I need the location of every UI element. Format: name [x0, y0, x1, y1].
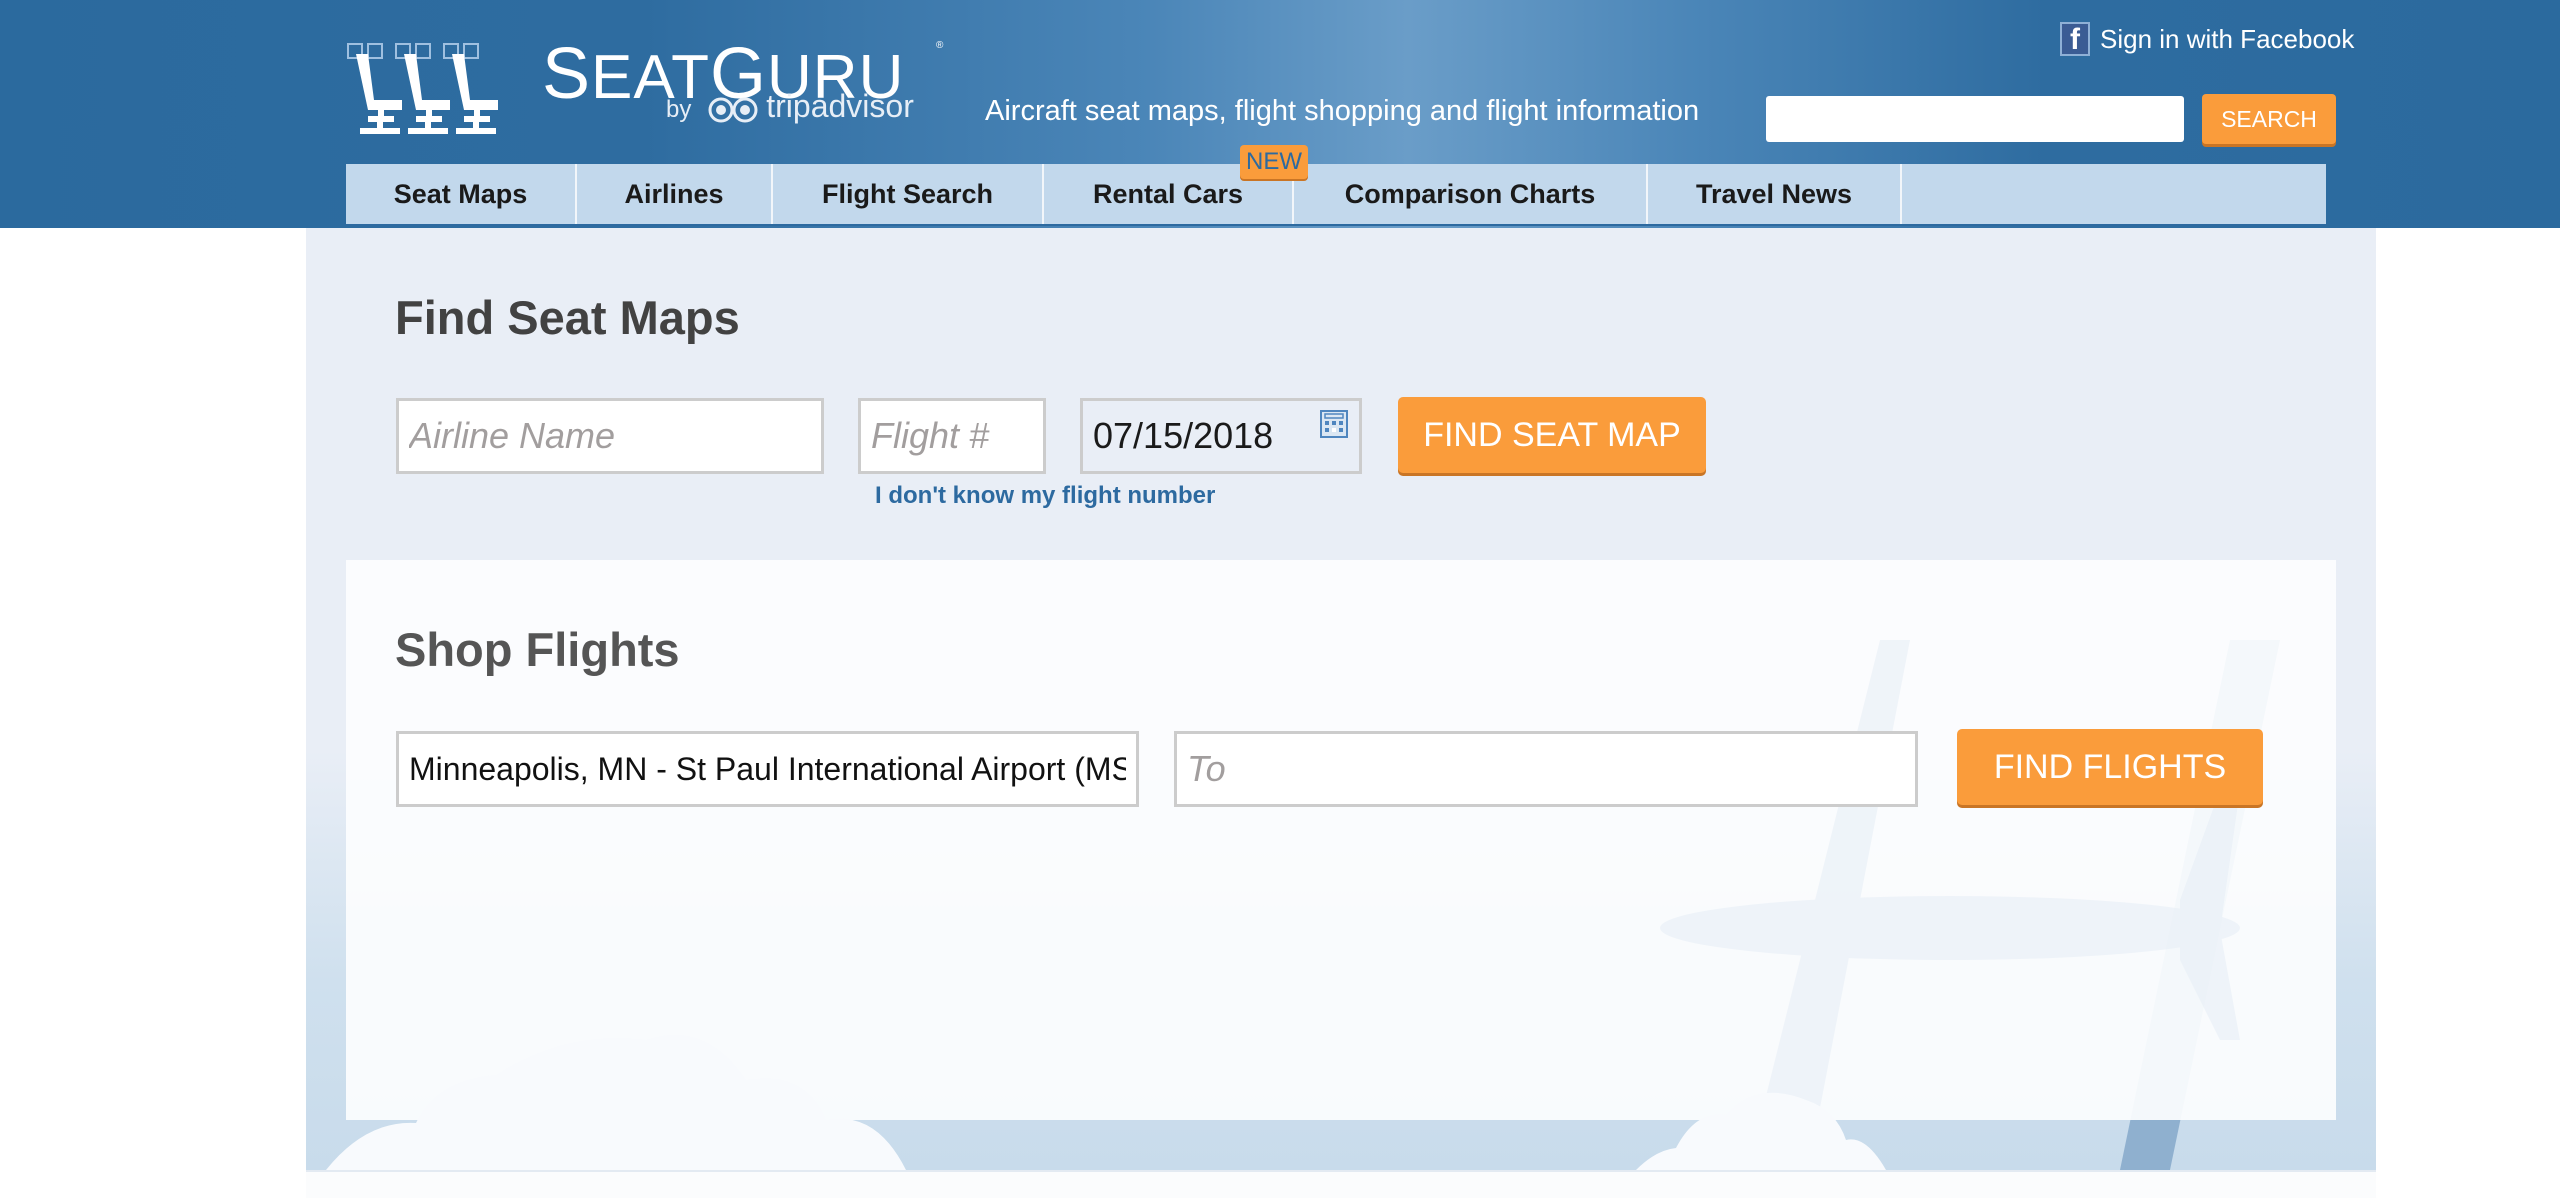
- new-badge: NEW: [1240, 145, 1308, 179]
- calendar-icon[interactable]: [1320, 410, 1348, 438]
- find-flights-button[interactable]: FIND FLIGHTS: [1957, 729, 2263, 805]
- nav-item-comparison-charts[interactable]: Comparison Charts: [1294, 164, 1648, 224]
- airplane-illustration: [1660, 640, 2240, 1160]
- flight-number-input[interactable]: [858, 398, 1046, 474]
- seatguru-logo[interactable]: SEATGURU ® by tripadvisor: [346, 28, 946, 138]
- facebook-signin-link[interactable]: f Sign in with Facebook: [2060, 22, 2354, 56]
- nav-item-travel-news[interactable]: Travel News: [1648, 164, 1902, 224]
- nav-item-airlines[interactable]: Airlines: [577, 164, 773, 224]
- shop-flights-title: Shop Flights: [395, 623, 680, 676]
- page-footer-edge: [306, 1170, 2376, 1198]
- airline-name-input[interactable]: [396, 398, 824, 474]
- unknown-flight-number-link[interactable]: I don't know my flight number: [875, 482, 1215, 510]
- nav-item-seat-maps[interactable]: Seat Maps: [346, 164, 577, 224]
- site-search-input[interactable]: [1766, 96, 2184, 142]
- nav-item-flight-search[interactable]: Flight Search: [773, 164, 1044, 224]
- logo-byline: by tripadvisor: [666, 88, 914, 124]
- facebook-signin-label: Sign in with Facebook: [2100, 23, 2355, 54]
- find-seat-maps-title: Find Seat Maps: [395, 291, 740, 344]
- seats-logo-icon: [347, 43, 498, 134]
- destination-airport-input[interactable]: [1174, 731, 1918, 807]
- site-tagline: Aircraft seat maps, flight shopping and …: [985, 95, 1700, 127]
- registered-mark: ®: [936, 40, 944, 51]
- tripadvisor-owl-icon: [708, 97, 758, 123]
- origin-airport-input[interactable]: [396, 731, 1139, 807]
- page: SEATGURU ® by tripadvisor Aircraft seat …: [0, 0, 2560, 1198]
- main-nav: Seat Maps Airlines Flight Search Rental …: [346, 164, 2326, 226]
- facebook-icon: f: [2060, 22, 2090, 56]
- find-seat-map-button[interactable]: FIND SEAT MAP: [1398, 397, 1706, 473]
- site-search-button[interactable]: SEARCH: [2202, 94, 2336, 144]
